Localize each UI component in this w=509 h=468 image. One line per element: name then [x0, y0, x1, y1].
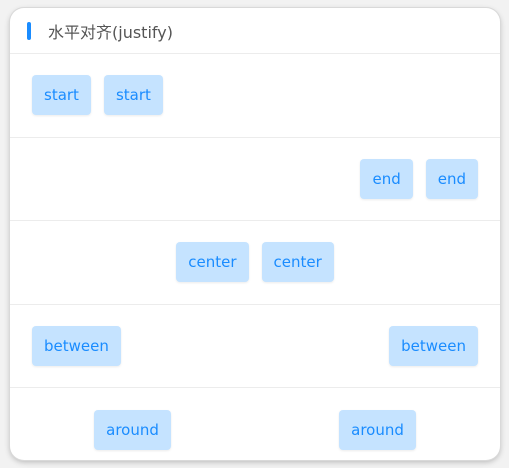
around-item-1[interactable]: around — [94, 409, 171, 450]
row-justify-between: between between — [10, 305, 500, 388]
center-item-1[interactable]: center — [176, 242, 249, 283]
row-justify-center: center center — [10, 221, 500, 305]
start-item-1[interactable]: start — [32, 75, 91, 116]
row-justify-end: end end — [10, 138, 500, 221]
end-item-2[interactable]: end — [425, 158, 478, 199]
start-item-2[interactable]: start — [103, 75, 163, 116]
row-justify-start: start start — [10, 54, 500, 138]
justify-demo-card: 水平对齐(justify) start start end end center… — [10, 8, 500, 460]
accent-bar — [27, 21, 31, 40]
center-item-2[interactable]: center — [261, 242, 334, 283]
between-item-2[interactable]: between — [389, 325, 478, 366]
end-item-1[interactable]: end — [360, 158, 413, 199]
card-header: 水平对齐(justify) — [10, 8, 500, 54]
row-justify-around: around around — [10, 388, 500, 460]
card-title: 水平对齐(justify) — [48, 22, 173, 42]
between-item-1[interactable]: between — [32, 325, 121, 366]
around-item-2[interactable]: around — [339, 409, 416, 450]
